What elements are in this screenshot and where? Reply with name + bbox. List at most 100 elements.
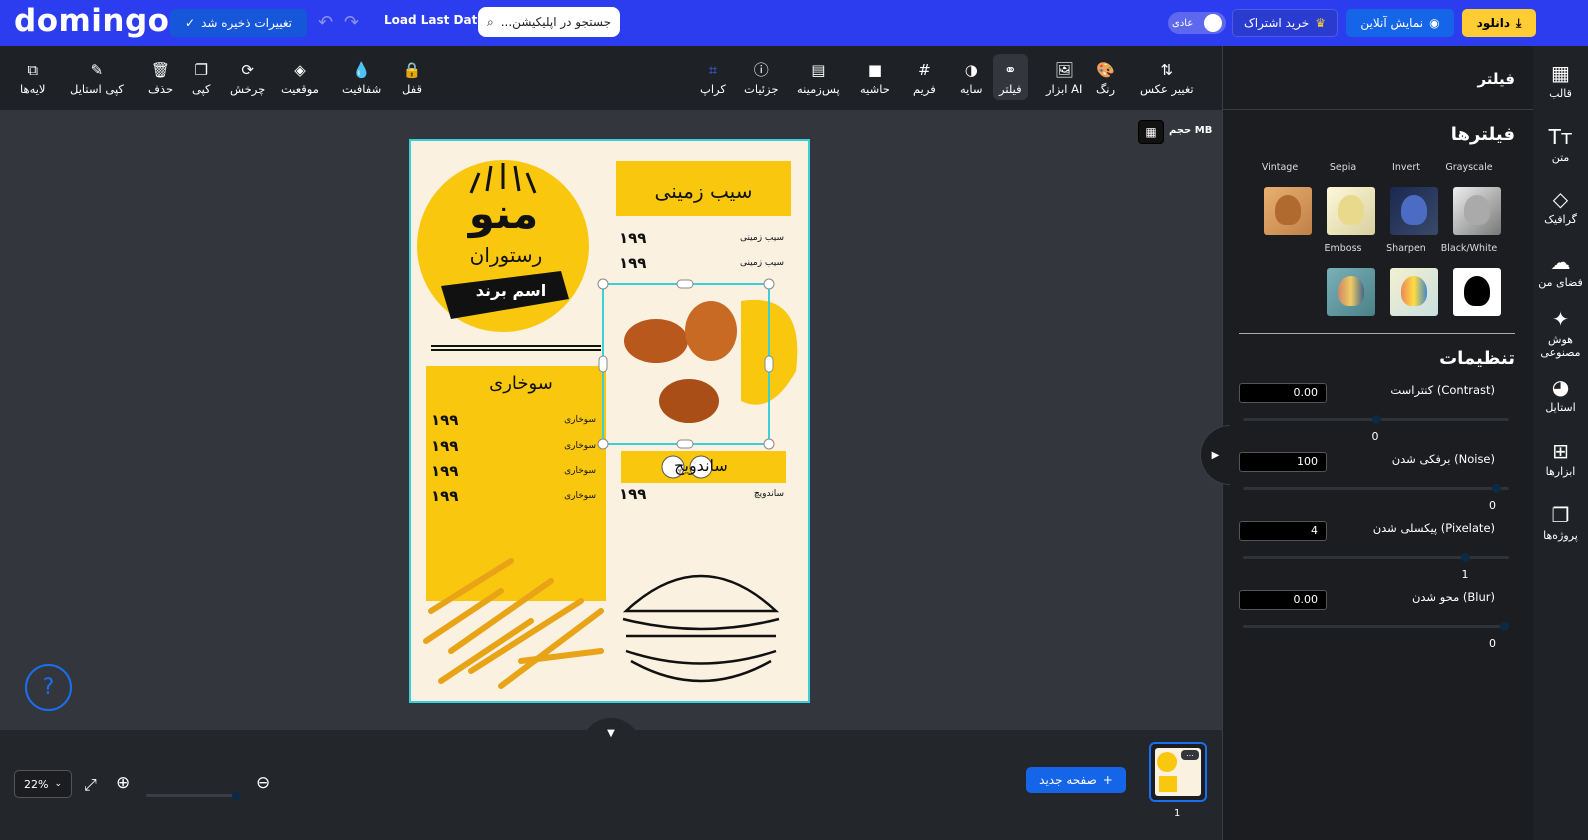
- tool-frame[interactable]: # فریم: [913, 60, 936, 96]
- online-preview-button[interactable]: نمایش آنلاین ◉: [1346, 9, 1454, 37]
- new-page-button[interactable]: صفحه جدید +: [1026, 767, 1126, 793]
- filter-thumb-grayscale[interactable]: [1453, 187, 1501, 235]
- slider-thumb[interactable]: [1371, 415, 1381, 424]
- section1-title: سیب زمینی: [654, 179, 753, 203]
- sidebar-item-my-space[interactable]: ☁ فضای من: [1533, 251, 1588, 289]
- download-button[interactable]: دانلود ⤓: [1462, 9, 1536, 37]
- tool-swap-image[interactable]: ⇅ تغییر عکس: [1140, 60, 1194, 96]
- tool-shadow[interactable]: ◑ سایه: [960, 60, 983, 96]
- zoom-out-icon[interactable]: ⊖: [256, 773, 270, 793]
- filter-thumb-sepia[interactable]: [1327, 187, 1375, 235]
- item-name: سوخاری: [564, 491, 596, 501]
- filter-thumb-sharpen[interactable]: [1390, 268, 1438, 316]
- tool-opacity[interactable]: 💧 شفافیت: [342, 60, 381, 96]
- filter-thumb-emboss[interactable]: [1327, 268, 1375, 316]
- tool-color[interactable]: 🎨 رنگ: [1096, 60, 1115, 96]
- item-name: سیب زمینی: [739, 233, 784, 243]
- tool-filter[interactable]: ⚭ فیلتر: [993, 54, 1028, 100]
- layers-icon: ⧉: [27, 61, 39, 79]
- tool-details[interactable]: ⓘ جزئیات: [744, 60, 778, 96]
- tool-label: موقعیت: [281, 82, 319, 96]
- tool-label: ابزار AI: [1046, 82, 1083, 96]
- tool-copy[interactable]: ❐ کپی: [192, 60, 211, 96]
- item-price: ۱۹۹: [431, 462, 459, 480]
- sidebar-item-graphics[interactable]: ◇ گرافیک: [1533, 188, 1588, 226]
- setting-value-input[interactable]: 0.00: [1239, 590, 1327, 610]
- thumb-menu-icon[interactable]: …: [1181, 750, 1199, 760]
- thumb-preview: …: [1155, 748, 1201, 796]
- search-icon: ⌕: [487, 14, 494, 29]
- page-thumbnail[interactable]: …: [1149, 742, 1207, 802]
- chevron-down-icon: ▼: [607, 727, 615, 739]
- sidebar-item-projects[interactable]: ❐ پروژه‌ها: [1533, 504, 1588, 542]
- size-info-button[interactable]: ▦: [1138, 120, 1164, 144]
- buy-subscription-button[interactable]: خرید اشتراک ♛: [1232, 9, 1338, 37]
- tool-rotate[interactable]: ⟳ چرخش: [230, 60, 265, 96]
- sidebar-label: هوش مصنوعی: [1540, 333, 1581, 359]
- filter-label: Sharpen: [1386, 243, 1426, 254]
- filter-label: Vintage: [1261, 162, 1299, 173]
- setting-label: کنتراست (Contrast): [1390, 383, 1495, 397]
- filter-thumb-black-white[interactable]: [1453, 268, 1501, 316]
- tool-ai[interactable]: 🖼 ابزار AI: [1046, 60, 1082, 96]
- setting-label: برفکی شدن (Noise): [1391, 452, 1495, 466]
- stack-icon: ◈: [294, 61, 306, 79]
- setting-slider[interactable]: [1243, 622, 1509, 631]
- setting-value-input[interactable]: 4: [1239, 521, 1327, 541]
- top-bar: domingo ✓ تغییرات ذخیره شد ↶ ↷ Load Last…: [0, 0, 1588, 46]
- sidebar-item-ai[interactable]: ✦ هوش مصنوعی: [1533, 308, 1588, 359]
- setting-slider[interactable]: [1243, 553, 1509, 562]
- slider-thumb[interactable]: [1492, 484, 1502, 493]
- rotate-icon: ⟳: [241, 61, 254, 79]
- filter-thumb-vintage[interactable]: [1264, 187, 1312, 235]
- saved-status-button[interactable]: ✓ تغییرات ذخیره شد: [170, 9, 307, 37]
- menu-item-row: ۱۹۹ سوخاری: [431, 462, 596, 480]
- sidebar-item-style[interactable]: ◕ استایل: [1533, 376, 1588, 414]
- tool-layers[interactable]: ⧉ لایه‌ها: [20, 60, 46, 96]
- online-label: نمایش آنلاین: [1360, 16, 1424, 30]
- mode-toggle[interactable]: عادی: [1168, 12, 1226, 34]
- load-last-data-button[interactable]: Load Last Data: [384, 13, 485, 27]
- tool-label: تغییر عکس: [1140, 82, 1194, 96]
- fullscreen-icon[interactable]: ⤢: [84, 775, 97, 795]
- setting-slider[interactable]: [1243, 415, 1509, 424]
- setting-slider[interactable]: [1243, 484, 1509, 493]
- poster-title: منو: [468, 189, 539, 238]
- template-icon: ▦: [1551, 61, 1570, 85]
- logo[interactable]: domingo: [14, 3, 169, 39]
- redo-icon[interactable]: ↷: [344, 12, 359, 33]
- info-icon: ⓘ: [753, 61, 769, 79]
- setting-value-input[interactable]: 0.00: [1239, 383, 1327, 403]
- balloon-icon: [1464, 195, 1490, 225]
- zoom-in-icon[interactable]: ⊕: [116, 773, 130, 793]
- help-button[interactable]: ?: [25, 664, 72, 711]
- slider-thumb[interactable]: [1500, 622, 1509, 631]
- zoom-slider[interactable]: [146, 791, 241, 800]
- tool-position[interactable]: ◈ موقعیت: [281, 60, 319, 96]
- size-label: حجم MB: [1169, 125, 1213, 136]
- slider-thumb[interactable]: [1461, 553, 1471, 562]
- tool-crop[interactable]: ⌗ کراپ: [700, 60, 726, 96]
- tool-copy-style[interactable]: ✎ کپی استایل: [70, 60, 124, 96]
- zoom-slider-thumb[interactable]: [232, 791, 241, 800]
- tool-delete[interactable]: 🗑 حذف: [148, 60, 173, 96]
- tool-lock[interactable]: 🔒 قفل: [402, 60, 422, 96]
- tool-background[interactable]: ▤ پس‌زمینه: [797, 60, 840, 96]
- zoom-select[interactable]: 22% ⌄: [14, 770, 72, 798]
- filter-thumb-invert[interactable]: [1390, 187, 1438, 235]
- menu-item-row: ۱۹۹ ساندویچ: [619, 485, 784, 503]
- setting-value-input[interactable]: 100: [1239, 452, 1327, 472]
- eye-icon: ◉: [1429, 16, 1440, 30]
- sidebar-item-tools[interactable]: ⊞ ابزارها: [1533, 440, 1588, 478]
- tool-label: شفافیت: [342, 82, 382, 96]
- design-poster[interactable]: منو رستوران اسم برند سیب زمینی سوخاری سا…: [409, 139, 810, 703]
- cloud-upload-icon: ☁: [1550, 250, 1571, 274]
- sidebar-item-template[interactable]: ▦ قالب: [1533, 62, 1588, 100]
- tool-label: جزئیات: [744, 82, 779, 96]
- undo-icon[interactable]: ↶: [318, 12, 333, 33]
- item-name: سوخاری: [564, 466, 596, 476]
- search-input[interactable]: جستجو در اپلیکیشن... ⌕: [478, 7, 620, 37]
- sidebar-item-text[interactable]: Tт متن: [1533, 126, 1588, 164]
- right-sidebar: ▦ قالب Tт متن ◇ گرافیک ☁ فضای من ✦ هوش مصنوعی…: [1533, 46, 1588, 840]
- tool-border[interactable]: ■ حاشیه: [860, 60, 890, 96]
